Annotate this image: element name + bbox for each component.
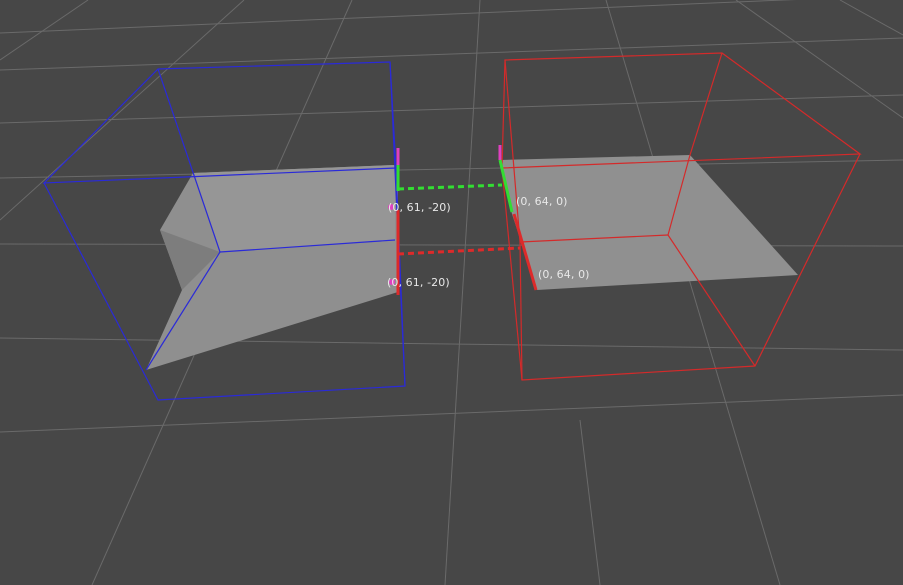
right-bottom-coordinate-label: (0, 64, 0): [538, 268, 590, 281]
scene-viewport[interactable]: (0, 61, -20) (0, 61, -20) (0, 64, 0) (0,…: [0, 0, 903, 585]
grid-floor: [0, 0, 903, 585]
left-top-coordinate-label: (0, 61, -20): [388, 201, 451, 214]
left-floor-mesh[interactable]: [146, 165, 398, 370]
right-top-coordinate-label: (0, 64, 0): [516, 195, 568, 208]
scene-canvas[interactable]: (0, 61, -20) (0, 61, -20) (0, 64, 0) (0,…: [0, 0, 903, 585]
left-bottom-coordinate-label: (0, 61, -20): [387, 276, 450, 289]
connector-bottom-dashed: [397, 246, 521, 256]
connector-top-dashed: [397, 183, 503, 191]
